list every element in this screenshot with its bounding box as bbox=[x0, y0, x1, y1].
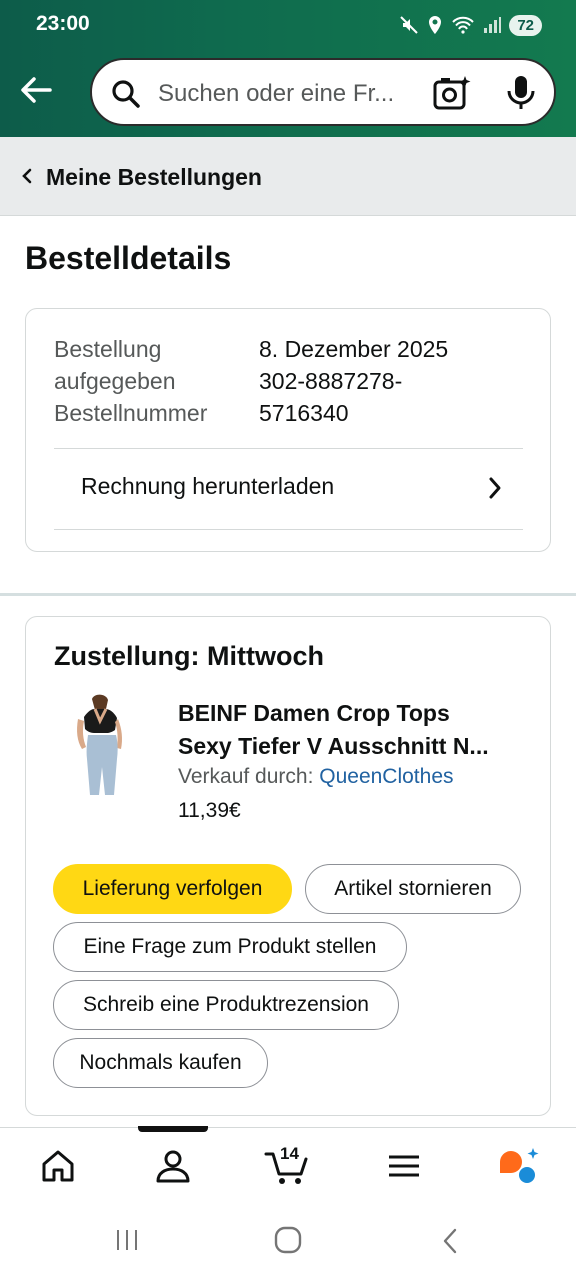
menu-icon[interactable] bbox=[384, 1146, 424, 1186]
label-placed: aufgegeben bbox=[54, 368, 176, 394]
ask-question-button[interactable]: Eine Frage zum Produkt stellen bbox=[53, 922, 407, 972]
status-bar: 23:00 72 bbox=[0, 0, 576, 50]
product-title[interactable]: BEINF Damen Crop Tops Sexy Tiefer V Auss… bbox=[178, 697, 528, 763]
active-tab-indicator bbox=[138, 1126, 208, 1132]
bottom-navigation: 14 bbox=[0, 1126, 576, 1205]
rufus-assistant-icon[interactable] bbox=[496, 1146, 542, 1186]
search-input[interactable]: Suchen oder eine Fr... bbox=[158, 80, 418, 108]
recent-apps-icon[interactable] bbox=[114, 1227, 140, 1253]
back-button-icon[interactable] bbox=[440, 1227, 460, 1255]
back-arrow-icon[interactable] bbox=[16, 70, 56, 110]
breadcrumb-label[interactable]: Meine Bestellungen bbox=[46, 164, 262, 191]
label-order-number: Bestellnummer bbox=[54, 400, 208, 426]
location-icon bbox=[429, 16, 442, 34]
search-bar[interactable]: Suchen oder eine Fr... bbox=[90, 58, 556, 126]
order-details-values: 8. Dezember 2025 302-8887278- 5716340 bbox=[259, 333, 448, 429]
order-details-labels: Bestellung aufgegeben Bestellnummer bbox=[54, 333, 207, 429]
account-icon[interactable] bbox=[153, 1146, 193, 1186]
camera-lens-icon[interactable] bbox=[432, 74, 472, 112]
microphone-icon[interactable] bbox=[506, 74, 536, 112]
track-delivery-button[interactable]: Lieferung verfolgen bbox=[53, 864, 292, 914]
product-title-line1[interactable]: BEINF Damen Crop Tops bbox=[178, 697, 528, 730]
seller-prefix: Verkauf durch: bbox=[178, 765, 320, 788]
mute-icon bbox=[400, 16, 419, 34]
wifi-icon bbox=[452, 16, 475, 34]
download-invoice-label[interactable]: Rechnung herunterladen bbox=[81, 473, 334, 500]
order-number-part2: 5716340 bbox=[259, 400, 349, 426]
product-image[interactable] bbox=[70, 691, 134, 797]
delivery-title: Zustellung: Mittwoch bbox=[54, 641, 324, 671]
order-details-card: Bestellung aufgegeben Bestellnummer 8. D… bbox=[25, 308, 551, 552]
write-review-button[interactable]: Schreib eine Produktrezension bbox=[53, 980, 399, 1030]
chevron-right-icon bbox=[489, 477, 501, 499]
search-icon bbox=[112, 80, 140, 108]
breadcrumb[interactable]: Meine Bestellungen bbox=[0, 137, 576, 216]
delivery-card: Zustellung: Mittwoch BEINF Damen Crop To… bbox=[25, 616, 551, 1116]
seller-link[interactable]: QueenClothes bbox=[319, 765, 453, 788]
battery-indicator: 72 bbox=[509, 14, 542, 36]
product-title-line2[interactable]: Sexy Tiefer V Ausschnitt N... bbox=[178, 730, 528, 763]
product-price: 11,39€ bbox=[178, 799, 241, 822]
seller-info: Verkauf durch: QueenClothes bbox=[178, 765, 454, 789]
divider bbox=[54, 529, 523, 530]
order-number-part1: 302-8887278- bbox=[259, 368, 403, 394]
section-separator bbox=[0, 593, 576, 596]
order-date: 8. Dezember 2025 bbox=[259, 336, 449, 362]
system-navigation-bar bbox=[0, 1205, 576, 1280]
cart-count-badge: 14 bbox=[280, 1144, 299, 1163]
home-icon[interactable] bbox=[38, 1146, 78, 1186]
status-time: 23:00 bbox=[36, 12, 90, 35]
page-title: Bestelldetails bbox=[25, 240, 232, 276]
label-ordered: Bestellung bbox=[54, 336, 162, 362]
signal-icon bbox=[484, 17, 502, 33]
status-icons: 72 bbox=[399, 12, 542, 38]
buy-again-button[interactable]: Nochmals kaufen bbox=[53, 1038, 268, 1088]
home-button-icon[interactable] bbox=[274, 1226, 302, 1254]
chevron-left-icon bbox=[22, 168, 32, 184]
cancel-item-button[interactable]: Artikel stornieren bbox=[305, 864, 521, 914]
download-invoice-row[interactable]: Rechnung herunterladen bbox=[54, 449, 523, 529]
app-header: 23:00 72 Suchen oder eine Fr... bbox=[0, 0, 576, 137]
